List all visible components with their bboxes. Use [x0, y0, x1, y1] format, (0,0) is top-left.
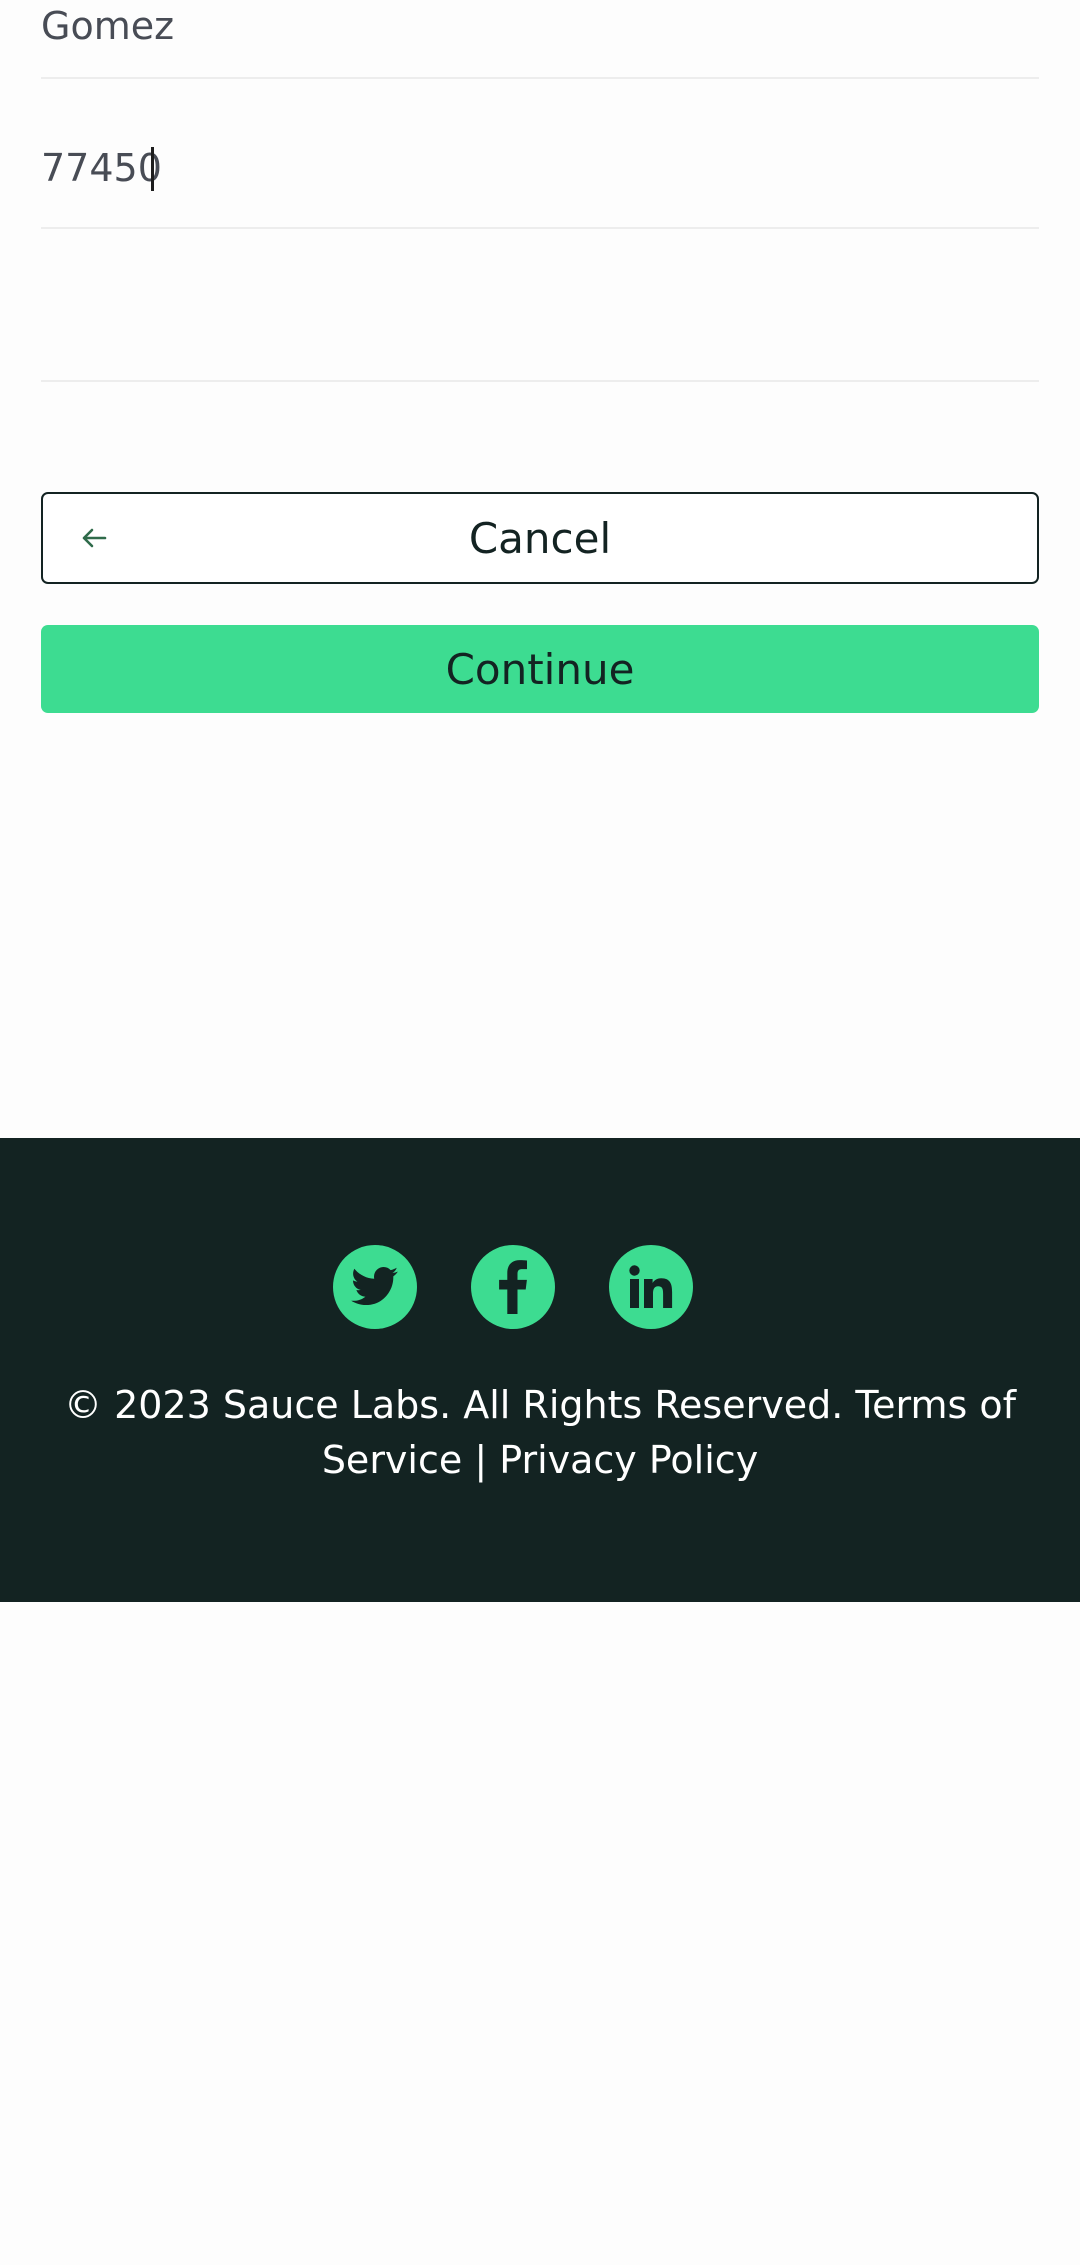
arrow-left-icon: [82, 528, 107, 548]
linkedin-link[interactable]: [609, 1245, 693, 1329]
postal-code-input[interactable]: [41, 140, 1039, 196]
postal-code-field: [41, 80, 1039, 229]
cancel-button[interactable]: Cancel: [41, 492, 1039, 584]
footer-copyright: © 2023 Sauce Labs. All Rights Reserved. …: [63, 1383, 1016, 1482]
empty-input[interactable]: [41, 290, 1039, 346]
linkedin-icon: [629, 1265, 673, 1308]
continue-button[interactable]: Continue: [41, 625, 1039, 713]
cancel-button-label: Cancel: [468, 513, 612, 563]
text-caret: [151, 147, 154, 191]
facebook-icon: [499, 1260, 527, 1314]
twitter-icon: [351, 1267, 398, 1305]
continue-button-label: Continue: [445, 644, 635, 694]
last-name-field: [41, 0, 1039, 79]
checkout-information-page: Cancel Continue © 2023 Sauce Labs. All R…: [0, 0, 1080, 2265]
empty-field: [41, 230, 1039, 382]
twitter-link[interactable]: [333, 1245, 417, 1329]
footer: © 2023 Sauce Labs. All Rights Reserved. …: [0, 1138, 1080, 1602]
facebook-link[interactable]: [471, 1245, 555, 1329]
last-name-input[interactable]: [41, 0, 1039, 52]
